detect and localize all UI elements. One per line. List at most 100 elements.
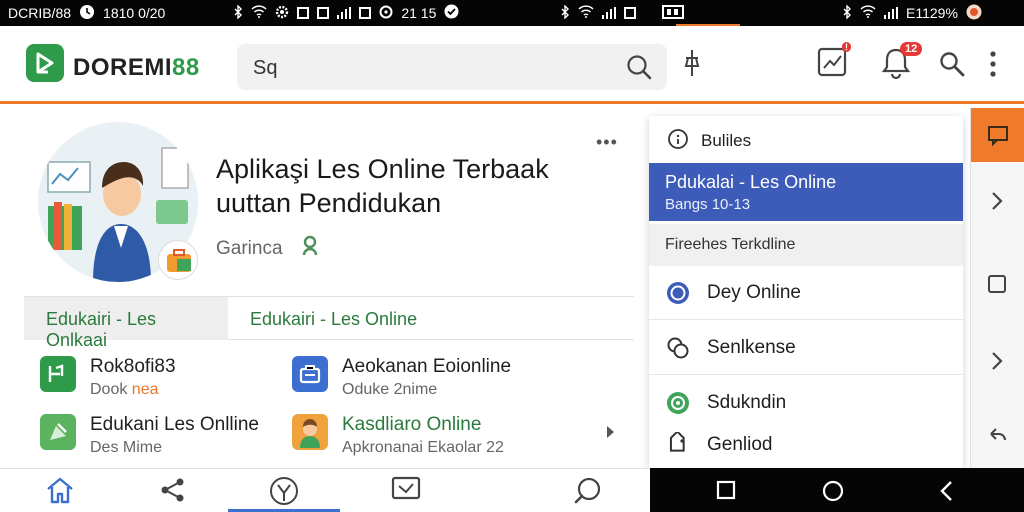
green-circle-icon (665, 390, 691, 421)
message-icon[interactable] (390, 475, 422, 510)
info-icon (667, 128, 689, 155)
menu-selected-title: Pdukalai - Les Online (665, 172, 837, 192)
menu-item-dey-online[interactable]: Dey Online (649, 266, 963, 320)
menu-item-senlkense[interactable]: Senlkense (649, 321, 963, 375)
bluetooth-icon (842, 3, 852, 22)
sync-icon (379, 5, 393, 22)
link-circles-icon (665, 335, 691, 366)
grid-item-subtitle: Apkronanai Ekaolar 22 (342, 439, 504, 456)
chevron-right-icon[interactable] (987, 350, 1007, 377)
square-icon (624, 7, 636, 19)
course-tabs: Edukairi - Les Onlkaai Edukairi - Les On… (24, 296, 634, 350)
briefcase-icon (158, 240, 198, 280)
record-icon (966, 4, 982, 23)
menu-item-genliod[interactable]: Genliod (649, 422, 963, 468)
logo-prefix: DOREMI (73, 54, 172, 81)
grid-item-title: Kasdliaro Online (342, 414, 482, 435)
home-icon[interactable] (44, 475, 76, 510)
tab-edukairi-les-onlkaai[interactable]: Edukairi - Les Onlkaai (24, 297, 228, 350)
tab-edukairi-les-online[interactable]: Edukairi - Les Online (228, 297, 439, 340)
battery-text: E1129% (906, 5, 958, 21)
radio-circle-icon (665, 280, 691, 311)
status-mid-time: 21 15 (401, 5, 437, 21)
clock-icon (79, 4, 95, 23)
back-icon[interactable] (938, 480, 954, 507)
menu-section: Fireehes Terkdline (649, 224, 963, 266)
tag-icon (665, 430, 691, 463)
system-navigation (650, 468, 1024, 512)
search-query: Sq (253, 57, 278, 79)
search-icon[interactable] (938, 50, 966, 83)
course-title: Aplikaşi Les Online Terbaak uuttan Pendi… (216, 154, 549, 218)
share-icon[interactable] (158, 475, 188, 510)
wifi-icon (860, 5, 876, 21)
home-circle-icon[interactable] (822, 480, 844, 507)
square-icon (359, 7, 372, 19)
course-more-button[interactable]: ••• (596, 132, 618, 153)
grid-item-kasdliaro[interactable]: Kasdliaro Online Apkronanai Ekaolar 22 (292, 414, 592, 464)
menu-header[interactable]: Buliles (649, 116, 963, 162)
signal-icon (337, 7, 352, 19)
bottom-navigation (0, 468, 650, 512)
settings-icon (275, 5, 289, 22)
chevron-right-icon[interactable] (604, 424, 616, 445)
menu-item-sdukndin[interactable]: Sdukndin (649, 376, 963, 422)
comment-icon (987, 124, 1009, 151)
logo-suffix: 88 (172, 54, 200, 81)
grid-item-subtitle: Des Mime (90, 439, 163, 456)
users-icon (300, 235, 320, 263)
grid-item-edukani[interactable]: Edukani Les Onlline Des Mime (40, 414, 280, 464)
wifi-icon (578, 5, 594, 21)
bluetooth-icon (560, 3, 570, 22)
signal-icon (602, 7, 616, 19)
signal-icon (884, 7, 898, 19)
square-icon[interactable] (987, 274, 1007, 299)
dropdown-menu: Buliles Pdukalai - Les Online Bangs 10-1… (649, 116, 963, 468)
pin-icon[interactable] (680, 48, 704, 83)
grid-item-sub-prefix: Dook (90, 381, 132, 398)
search-input[interactable]: Sq (237, 44, 667, 90)
grid-item-icon (292, 414, 328, 450)
chevron-right-icon[interactable] (987, 190, 1007, 217)
notification-badge: 12 (900, 42, 923, 56)
search-icon[interactable] (625, 53, 653, 86)
undo-icon[interactable] (987, 424, 1009, 449)
app-bar: DOREMI88 Sq ! 12 (0, 26, 1024, 104)
menu-section-label: Fireehes Terkdline (665, 236, 796, 253)
menu-selected-item[interactable]: Pdukalai - Les Online Bangs 10-13 (649, 163, 963, 221)
check-icon (444, 4, 459, 22)
grid-item-aeokanan[interactable]: Aeokanan Eoionline Oduke 2nime (292, 356, 592, 406)
menu-item-label: Senlkense (707, 337, 796, 358)
course-meta: Garinca (216, 235, 320, 263)
grid-item-icon (292, 356, 328, 392)
grid-item-icon (40, 414, 76, 450)
filter-icon[interactable] (268, 475, 300, 512)
grid-item-subtitle: Dook nea (90, 381, 159, 399)
grid-item-icon (40, 356, 76, 392)
bluetooth-icon (233, 3, 243, 22)
grid-item-title: Edukani Les Onlline (90, 414, 259, 435)
grid-item-title: Rok8ofi83 (90, 356, 176, 377)
wifi-icon (251, 5, 267, 21)
status-bar-left: DCRIB/88 1810 0/20 21 15 (0, 0, 516, 26)
square-icon (317, 7, 330, 19)
square-icon (297, 7, 310, 19)
recents-icon[interactable] (716, 480, 736, 505)
chat-search-icon[interactable] (572, 475, 604, 512)
analytics-badge: ! (842, 42, 851, 52)
menu-item-label: Sdukndin (707, 392, 787, 413)
app-logo-text: DOREMI88 (73, 54, 200, 82)
menu-header-label: Buliles (701, 131, 752, 150)
menu-item-label: Dey Online (707, 282, 801, 303)
right-rail (970, 108, 1024, 468)
grid-item-title: Aeokanan Eoionline (342, 356, 512, 377)
screen-icon (662, 4, 684, 22)
grid-item-rok8ofi83[interactable]: Rok8ofi83 Dook nea (40, 356, 280, 406)
grid-item-sub-highlight: nea (131, 381, 159, 398)
overflow-menu-icon[interactable] (988, 50, 998, 83)
logo-icon (26, 44, 64, 82)
grid-item-subtitle: Oduke 2nime (342, 381, 438, 398)
menu-selected-subtitle: Bangs 10-13 (665, 196, 751, 213)
rail-active-button[interactable] (971, 108, 1024, 162)
course-author: Garinca (216, 238, 283, 259)
